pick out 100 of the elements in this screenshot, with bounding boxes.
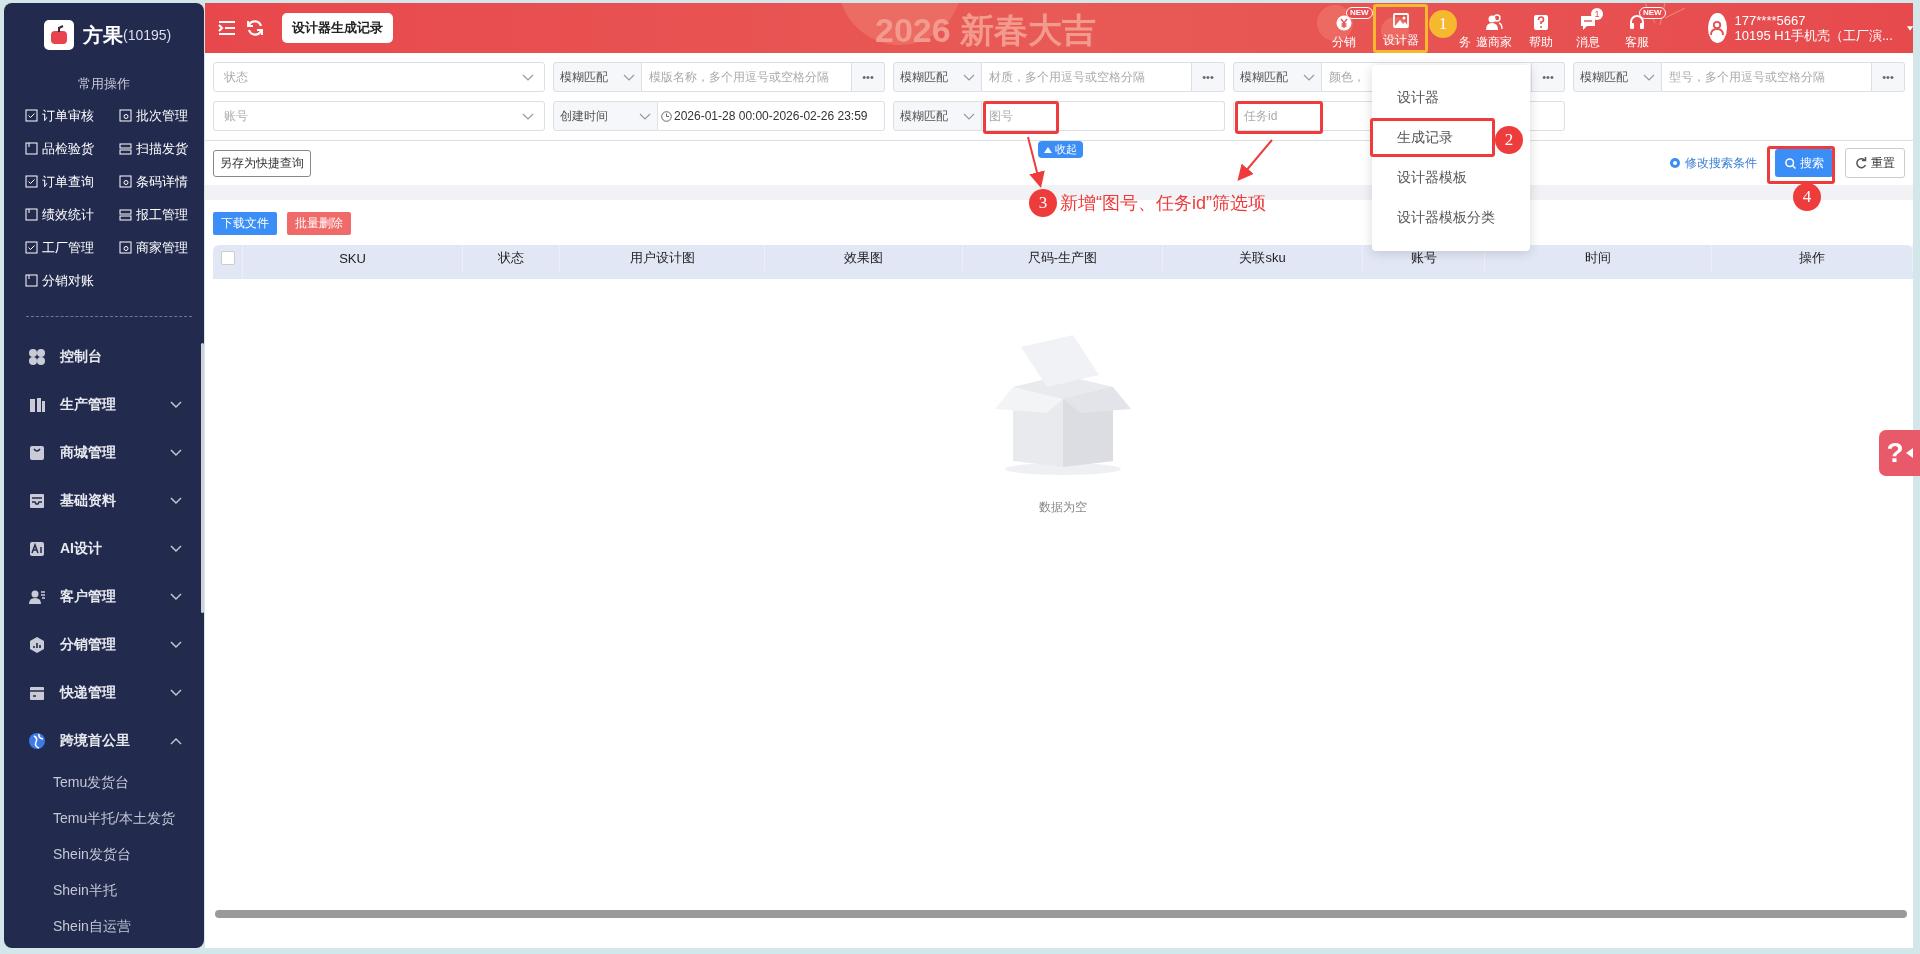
column-header: 效果图 xyxy=(765,245,963,271)
menu-item[interactable]: AI设计 xyxy=(4,525,204,573)
form-icon xyxy=(25,208,38,221)
nav-button[interactable]: NEW 客服 xyxy=(1610,7,1664,51)
submenu-item[interactable]: Temu半托/本土发货 xyxy=(4,801,204,837)
grid-icon xyxy=(28,348,46,366)
column-header: 尺码-生产图 xyxy=(963,245,1163,271)
chart-hexagon-icon xyxy=(28,636,46,654)
form-icon xyxy=(25,142,38,155)
quick-link[interactable]: 商家管理 xyxy=(119,237,204,258)
quick-link[interactable]: 绩效统计 xyxy=(25,204,119,225)
save-query-button[interactable]: 另存为快捷查询 xyxy=(213,149,311,177)
form-icon xyxy=(119,142,132,155)
scrollbar[interactable] xyxy=(215,910,1907,918)
form-icon xyxy=(25,109,38,122)
nav-button[interactable]: NEW 分销 xyxy=(1315,7,1373,51)
column-header: SKU xyxy=(243,245,463,271)
menu-item[interactable]: 客户管理 xyxy=(4,573,204,621)
menu-item[interactable]: 设计器模板分类 xyxy=(1372,198,1530,238)
annotation-text: 新增“图号、任务id”筛选项 xyxy=(1060,192,1266,215)
edit-conditions-link[interactable]: 修改搜索条件 xyxy=(1669,154,1757,172)
submenu-item[interactable]: Shein半托 xyxy=(4,873,204,909)
submenu-item[interactable]: Temu发货台 xyxy=(4,765,204,801)
match-select[interactable]: 模糊匹配 xyxy=(1573,62,1662,92)
scrollbar-thumb[interactable] xyxy=(201,343,204,613)
brand-name: 方果 xyxy=(83,22,123,48)
submenu-item[interactable]: Shein发货台 xyxy=(4,837,204,873)
match-select[interactable]: 模糊匹配 xyxy=(893,62,982,92)
quick-link[interactable]: 报工管理 xyxy=(119,204,204,225)
menu-item[interactable]: 跨境首公里 xyxy=(4,717,204,765)
chevron-down-icon xyxy=(170,545,182,553)
nav-button[interactable]: 帮助 xyxy=(1516,7,1566,51)
caret-down-icon xyxy=(1643,73,1655,81)
caret-down-icon xyxy=(1303,73,1315,81)
caret-down-icon xyxy=(522,112,534,120)
refresh-icon[interactable] xyxy=(246,19,264,37)
match-select[interactable]: 模糊匹配 xyxy=(1233,62,1322,92)
more-button[interactable]: ••• xyxy=(1532,62,1565,92)
quick-link[interactable]: 订单审核 xyxy=(25,105,119,126)
chevron-down-icon xyxy=(170,497,182,505)
chevron-down-icon xyxy=(170,641,182,649)
caret-down-icon xyxy=(963,73,975,81)
refresh-icon xyxy=(1855,157,1867,169)
submenu-item[interactable]: Shein自运营 xyxy=(4,909,204,945)
caret-down-icon xyxy=(963,112,975,120)
person-icon xyxy=(28,588,46,606)
menu-item[interactable]: 生产管理 xyxy=(4,381,204,429)
banner-title: 2026 新春大吉 xyxy=(875,10,1097,51)
globe-icon xyxy=(28,732,46,750)
user-org: 10195 H1手机壳（工厂演... xyxy=(1734,28,1893,43)
more-button[interactable]: ••• xyxy=(852,62,885,92)
column-header: 关联sku xyxy=(1163,245,1363,271)
clock-icon xyxy=(661,110,672,122)
quick-link[interactable]: 批次管理 xyxy=(119,105,204,126)
quick-link[interactable]: 分销对账 xyxy=(25,270,119,291)
caret-down-icon xyxy=(639,112,651,120)
nav-button[interactable]: 1 消息 xyxy=(1566,7,1610,51)
menu-item[interactable]: 快递管理 xyxy=(4,669,204,717)
menu-item[interactable]: 控制台 xyxy=(4,333,204,381)
more-button[interactable]: ••• xyxy=(1192,62,1225,92)
caret-down-icon xyxy=(522,73,534,81)
match-select[interactable]: 模糊匹配 xyxy=(893,101,982,131)
menu-icon[interactable] xyxy=(218,20,236,36)
column-header: 状态 xyxy=(463,245,560,271)
match-select[interactable]: 模糊匹配 xyxy=(553,62,642,92)
chevron-down-icon xyxy=(170,689,182,697)
user-icon xyxy=(1709,20,1726,36)
form-icon xyxy=(25,274,38,287)
quick-link[interactable]: 扫描发货 xyxy=(119,138,204,159)
bag-icon xyxy=(28,444,46,462)
menu-item[interactable]: 商城管理 xyxy=(4,429,204,477)
page-tab[interactable]: 设计器生成记录 xyxy=(282,13,393,43)
arrow xyxy=(1027,136,1045,188)
match-select[interactable]: 创建时间 xyxy=(553,101,658,131)
caret-down-icon[interactable] xyxy=(1906,24,1913,32)
quick-link[interactable]: 条码详情 xyxy=(119,171,204,192)
form-icon xyxy=(25,175,38,188)
search-icon xyxy=(1784,157,1796,169)
chevron-down-icon xyxy=(170,593,182,601)
quick-link[interactable]: 品检验货 xyxy=(25,138,119,159)
triangle-up-icon xyxy=(1044,146,1052,153)
ai-icon xyxy=(28,540,46,558)
menu-item[interactable]: 设计器模板 xyxy=(1372,158,1530,198)
reset-button[interactable]: 重置 xyxy=(1845,148,1905,178)
nav-button[interactable]: 务 xyxy=(1458,7,1472,51)
quick-link[interactable]: 订单查询 xyxy=(25,171,119,192)
form-icon xyxy=(119,175,132,188)
date-range-field[interactable]: 2026-01-28 00:00-2026-02-26 23:59 xyxy=(658,101,885,131)
headset-icon xyxy=(1628,13,1646,31)
checkbox[interactable] xyxy=(220,251,235,265)
form-icon xyxy=(25,241,38,254)
quick-link[interactable]: 工厂管理 xyxy=(25,237,119,258)
yen-coin-icon xyxy=(1335,13,1353,31)
people-icon xyxy=(1485,13,1503,31)
menu-item[interactable]: 分销管理 xyxy=(4,621,204,669)
more-button[interactable]: ••• xyxy=(1872,62,1905,92)
nav-button[interactable]: 邀商家 xyxy=(1472,7,1516,51)
chat-icon xyxy=(1579,13,1597,31)
menu-item[interactable]: 生成记录 xyxy=(1370,118,1495,157)
menu-item[interactable]: 基础资料 xyxy=(4,477,204,525)
